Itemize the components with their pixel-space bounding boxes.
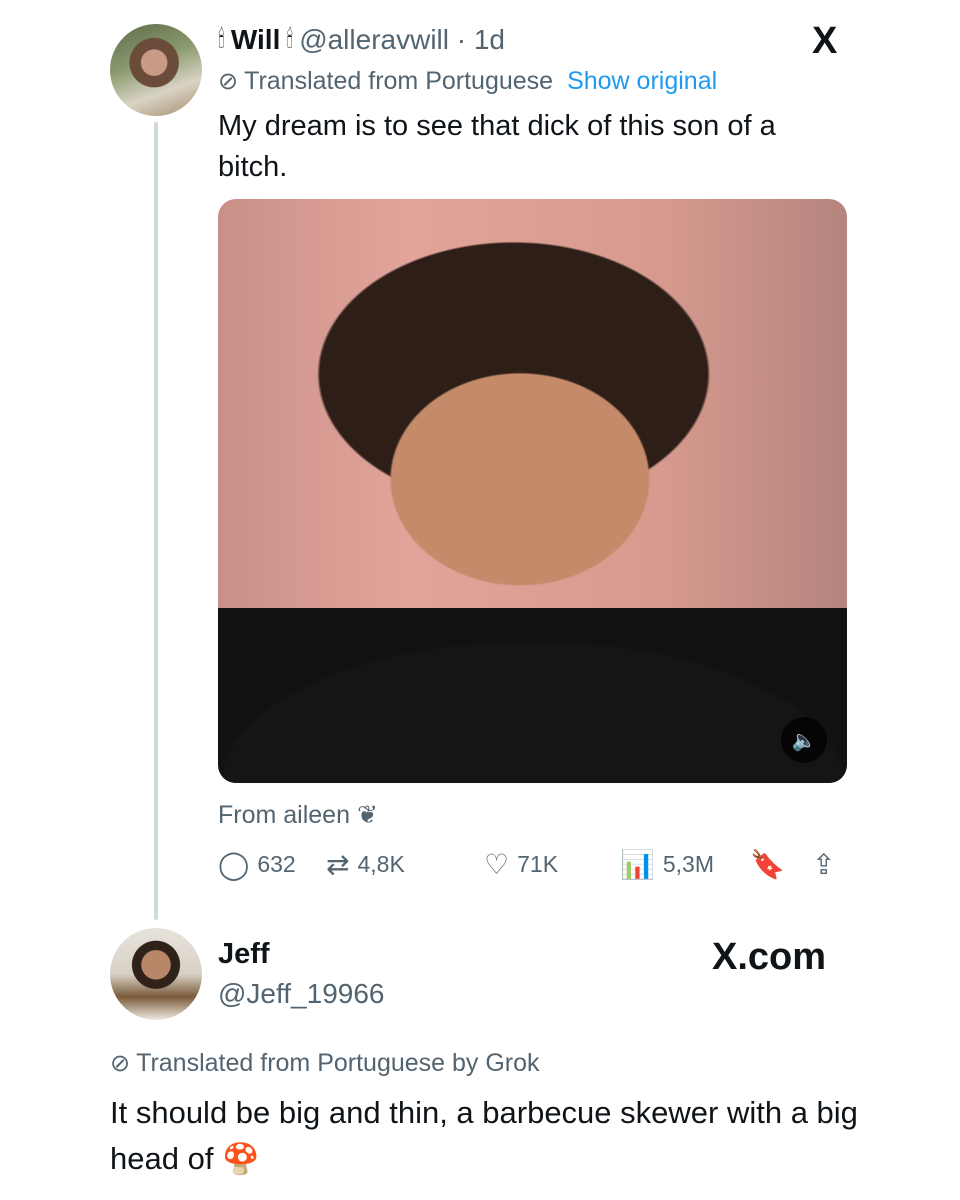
handle-time[interactable]: @alleravwill · 1d xyxy=(299,24,505,56)
views-count: 5,3M xyxy=(662,850,715,877)
mushroom-emoji: 🍄 xyxy=(222,1143,260,1176)
bookmark-icon: 🔖 xyxy=(750,848,785,880)
avatar[interactable] xyxy=(110,928,202,1020)
media-source-emoji: ❦ xyxy=(356,801,378,829)
share-button[interactable]: ⇪ xyxy=(812,844,835,884)
tweet-header: 🕯 Will 🕯 @alleravwill · 1d xyxy=(218,22,505,58)
media-image xyxy=(218,583,847,783)
watermark: X.com xyxy=(712,936,827,978)
translation-notice: ⊘ Translated from Portuguese by Grok xyxy=(110,1046,540,1080)
translation-notice: ⊘ Translated from Portuguese Show origin… xyxy=(218,64,717,98)
translated-label: Translated from Portuguese xyxy=(244,66,554,95)
tweet-media-video[interactable]: 🔈 xyxy=(218,199,847,783)
media-source-label: From aileen xyxy=(218,801,350,829)
tweet-text: My dream is to see that dick of this son… xyxy=(218,110,776,183)
like-icon: ♡ xyxy=(484,848,510,880)
media-source[interactable]: From aileen ❦ xyxy=(218,800,378,830)
show-original-link[interactable]: Show original xyxy=(567,67,717,96)
globe-slash-icon: ⊘ xyxy=(110,1049,131,1077)
avatar[interactable] xyxy=(110,24,202,116)
reply-button[interactable]: ◯ 632 xyxy=(218,844,296,884)
globe-slash-icon: ⊘ xyxy=(218,67,239,95)
views-icon: 📊 xyxy=(620,848,655,880)
like-count: 71K xyxy=(517,850,559,877)
candle-icon: 🕯 xyxy=(286,26,294,53)
retweet-button[interactable]: ⇄ 4,8K xyxy=(326,844,405,884)
share-icon: ⇪ xyxy=(812,848,836,880)
thread-line xyxy=(154,122,158,920)
display-name[interactable]: Will xyxy=(231,24,281,56)
translated-label: Translated from Portuguese by Grok xyxy=(136,1048,540,1077)
like-button[interactable]: ♡ 71K xyxy=(484,844,558,884)
volume-icon[interactable]: 🔈 xyxy=(781,717,827,763)
reply-icon: ◯ xyxy=(218,848,250,880)
views-button[interactable]: 📊 5,3M xyxy=(620,844,714,884)
candle-icon: 🕯 xyxy=(218,26,225,53)
close-button[interactable]: X xyxy=(812,20,837,63)
display-name[interactable]: Jeff xyxy=(218,938,270,971)
reply-count: 632 xyxy=(257,850,296,877)
reply-text: It should be big and thin, a barbecue sk… xyxy=(110,1090,910,1183)
retweet-icon: ⇄ xyxy=(326,848,350,880)
retweet-count: 4,8K xyxy=(357,850,405,877)
bookmark-button[interactable]: 🔖 xyxy=(750,844,785,884)
handle[interactable]: @Jeff_19966 xyxy=(218,978,384,1010)
